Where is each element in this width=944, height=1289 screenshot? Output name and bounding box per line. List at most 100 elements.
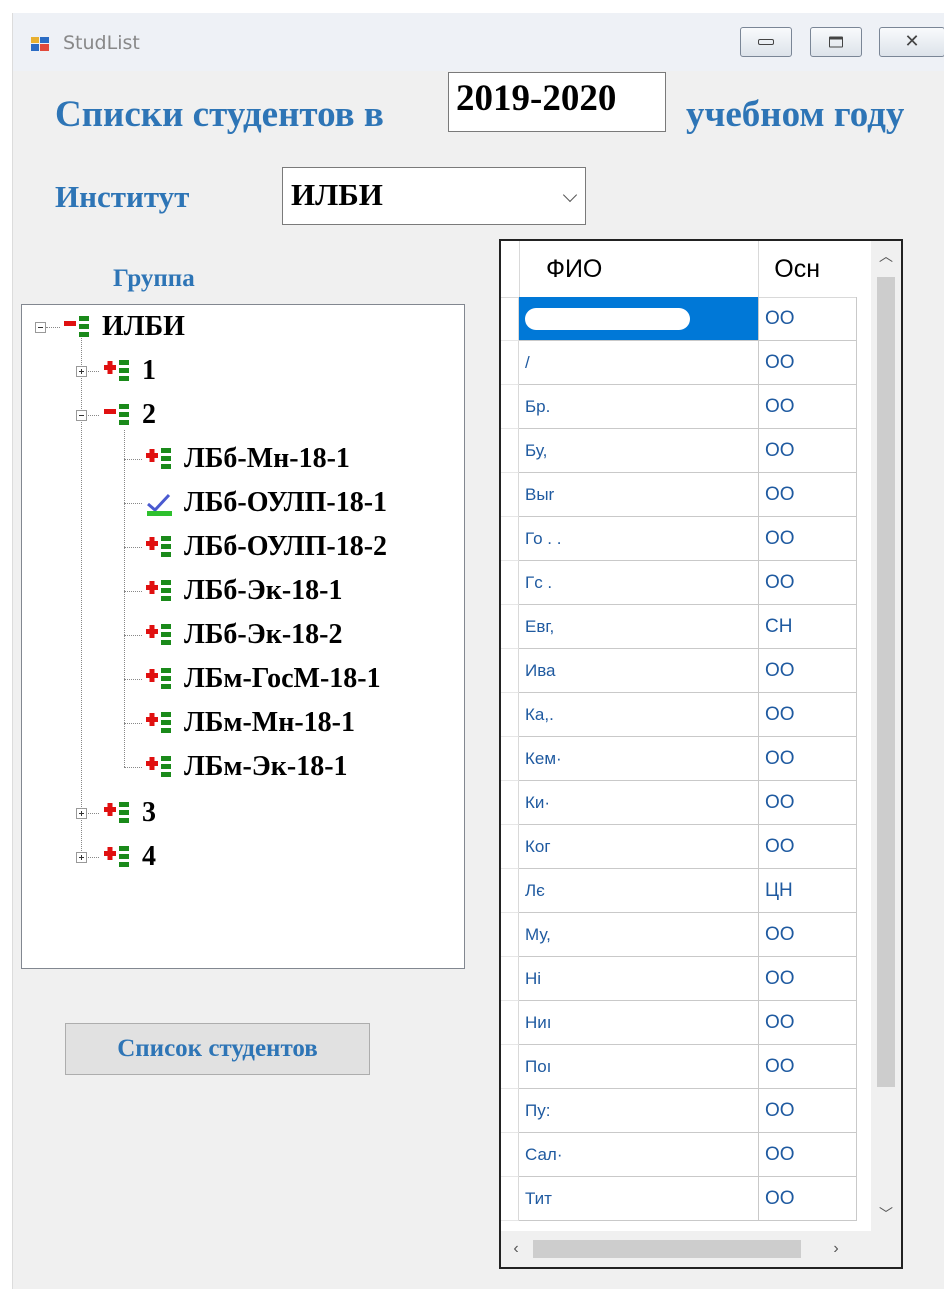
cell-fio[interactable]: Му, [519,913,759,957]
tree-node-group[interactable]: ЛБм-ГосМ-18-1 [144,661,381,697]
collapse-icon[interactable] [35,322,46,333]
table-row[interactable]: Гс . ОО [501,561,857,605]
row-header[interactable] [501,1045,519,1089]
table-row[interactable]: Евг, СН [501,605,857,649]
cell-osn[interactable]: ОО [759,957,857,1001]
cell-osn[interactable]: ОО [759,517,857,561]
maximize-button[interactable] [810,27,862,57]
row-header[interactable] [501,957,519,1001]
students-grid[interactable]: ФИО Осн ОО / ОО Бр. ОО Бу, ОО Выr ОО Го​ . . ОО Гс … [499,239,903,1269]
cell-osn[interactable]: ОО [759,1045,857,1089]
table-row[interactable]: Бр. ОО [501,385,857,429]
cell-osn[interactable]: ОО [759,1001,857,1045]
cell-osn[interactable]: ОО [759,473,857,517]
cell-osn[interactable]: ОО [759,649,857,693]
table-row[interactable]: Пу: ОО [501,1089,857,1133]
row-header[interactable] [501,429,519,473]
row-header[interactable] [501,561,519,605]
tree-node-group[interactable]: ЛБм-Эк-18-1 [144,749,348,785]
vertical-scroll-thumb[interactable] [877,277,895,1087]
table-row[interactable]: Му, ОО [501,913,857,957]
table-row[interactable]: ОО [501,297,857,341]
cell-fio[interactable]: Ког [519,825,759,869]
expand-icon[interactable] [76,852,87,863]
row-header[interactable] [501,1133,519,1177]
close-button[interactable]: ✕ [879,27,944,57]
table-row[interactable]: Ниı ОО [501,1001,857,1045]
table-row[interactable]: Кем· ОО [501,737,857,781]
cell-osn[interactable]: ОО [759,913,857,957]
tree-node-course-4[interactable]: 4 [102,839,156,875]
horizontal-scrollbar[interactable]: ‹ › [501,1231,901,1267]
cell-fio[interactable]: Ниı [519,1001,759,1045]
cell-osn[interactable]: ОО [759,825,857,869]
cell-osn[interactable]: ОО [759,341,857,385]
cell-fio[interactable]: Ка,. [519,693,759,737]
tree-node-group-checked[interactable]: ЛБб-ОУЛП-18-1 [144,485,387,521]
cell-osn[interactable]: СН [759,605,857,649]
row-header[interactable] [501,781,519,825]
table-row[interactable]: Выr ОО [501,473,857,517]
tree-node-group[interactable]: ЛБм-Мн-18-1 [144,705,355,741]
cell-osn[interactable]: ОО [759,561,857,605]
table-row[interactable]: Ки· ОО [501,781,857,825]
cell-fio[interactable]: Сал· [519,1133,759,1177]
table-row[interactable]: Поı ОО [501,1045,857,1089]
row-header[interactable] [501,297,519,341]
cell-fio[interactable]: Ки· [519,781,759,825]
cell-fio[interactable] [519,297,759,341]
table-row[interactable]: Тит ОО [501,1177,857,1221]
table-row[interactable]: Ива ОО [501,649,857,693]
table-row[interactable]: Го​ . . ОО [501,517,857,561]
table-row[interactable]: Ког ОО [501,825,857,869]
tree-node-group[interactable]: ЛБб-Мн-18-1 [144,441,350,477]
cell-osn[interactable]: ОО [759,1177,857,1221]
title-bar[interactable]: StudList ✕ [13,13,944,71]
row-header[interactable] [501,473,519,517]
cell-fio[interactable]: Бу, [519,429,759,473]
cell-osn[interactable]: ОО [759,1089,857,1133]
student-list-button[interactable]: Список студентов [65,1023,370,1075]
cell-osn[interactable]: ОО [759,297,857,341]
expand-icon[interactable] [76,366,87,377]
cell-fio[interactable]: Бр. [519,385,759,429]
row-header[interactable] [501,1001,519,1045]
row-header[interactable] [501,1177,519,1221]
cell-fio[interactable]: Поı [519,1045,759,1089]
expand-icon[interactable] [76,808,87,819]
cell-osn[interactable]: ОО [759,429,857,473]
group-tree[interactable]: ИЛБИ 1 2 ЛБб-Мн-18-1 ЛБб-ОУЛП-18-1 ЛБб-О… [21,304,465,969]
cell-osn[interactable]: ОО [759,693,857,737]
row-header[interactable] [501,341,519,385]
row-header[interactable] [501,517,519,561]
tree-node-root[interactable]: ИЛБИ [62,309,185,345]
institute-select[interactable]: ИЛБИ [282,167,586,225]
column-header-osn[interactable]: Осн [759,241,857,297]
cell-osn[interactable]: ОО [759,781,857,825]
cell-osn[interactable]: ЦН [759,869,857,913]
tree-node-group[interactable]: ЛБб-Эк-18-2 [144,617,342,653]
minimize-button[interactable] [740,27,792,57]
cell-osn[interactable]: ОО [759,1133,857,1177]
scroll-up-icon[interactable]: ︿ [871,241,901,271]
tree-node-course-2[interactable]: 2 [102,397,156,433]
row-header[interactable] [501,825,519,869]
scroll-left-icon[interactable]: ‹ [501,1231,531,1267]
table-row[interactable]: Сал· ОО [501,1133,857,1177]
cell-fio[interactable]: Выr [519,473,759,517]
table-row[interactable]: / ОО [501,341,857,385]
column-header-fio[interactable]: ФИО [520,241,760,297]
tree-node-group[interactable]: ЛБб-Эк-18-1 [144,573,342,609]
table-row[interactable]: Лє ЦН [501,869,857,913]
row-header[interactable] [501,913,519,957]
tree-node-course-3[interactable]: 3 [102,795,156,831]
table-row[interactable]: Ні ОО [501,957,857,1001]
cell-osn[interactable]: ОО [759,385,857,429]
row-header[interactable] [501,385,519,429]
row-header[interactable] [501,737,519,781]
chevron-down-icon[interactable] [562,187,578,203]
collapse-icon[interactable] [76,410,87,421]
cell-fio[interactable]: Кем· [519,737,759,781]
row-header[interactable] [501,869,519,913]
table-row[interactable]: Ка,. ОО [501,693,857,737]
